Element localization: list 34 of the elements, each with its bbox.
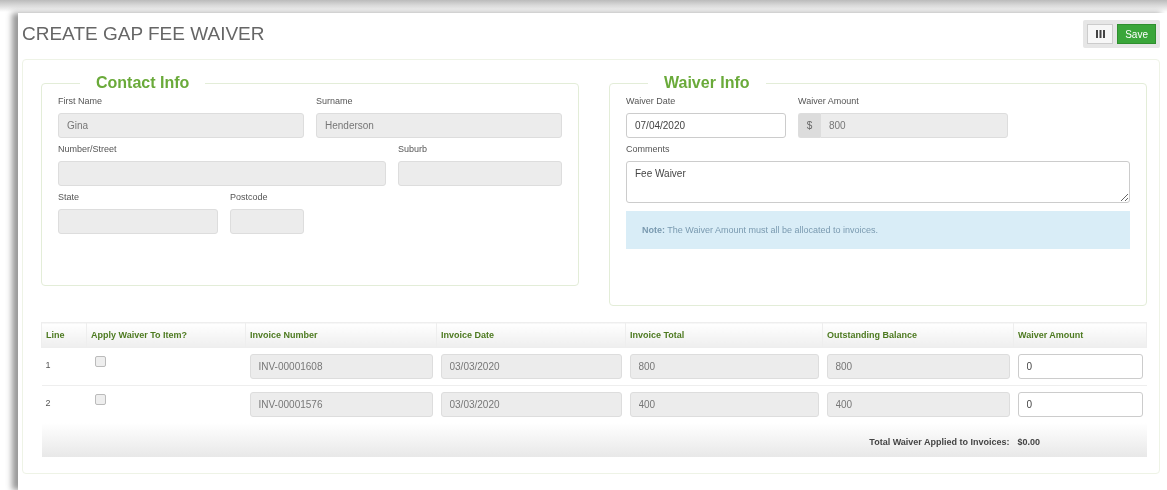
page-title: CREATE GAP FEE WAIVER <box>22 23 265 45</box>
column-header: Line <box>41 322 87 348</box>
column-header: Invoice Date <box>436 322 626 348</box>
field-label: Suburb <box>398 144 429 154</box>
field-label: Surname <box>316 96 354 106</box>
comments-field[interactable]: Fee Waiver <box>626 161 1130 203</box>
section-title: Waiver Info <box>663 74 751 92</box>
field-label: Postcode <box>230 192 269 202</box>
checkbox[interactable] <box>94 394 106 405</box>
save-button[interactable]: Save <box>1117 24 1156 44</box>
total-label: Total Waiver Applied to Invoices: <box>869 437 1010 447</box>
line-number: 2 <box>45 398 51 408</box>
columns-button[interactable] <box>1087 24 1114 44</box>
column-header: Outstanding Balance <box>822 322 1014 348</box>
total-value: $0.00 <box>1017 437 1041 447</box>
input-field[interactable]: 0 <box>1017 354 1143 379</box>
column-header: Apply Waiver To Item? <box>86 322 246 348</box>
field-label: Comments <box>626 144 671 154</box>
field-label: Number/Street <box>58 144 118 154</box>
field-label: State <box>58 192 80 202</box>
section-title: Contact Info <box>95 74 191 92</box>
input-field[interactable]: 0 <box>1017 392 1143 417</box>
column-header: Waiver Amount <box>1013 322 1147 348</box>
line-number: 1 <box>45 360 51 370</box>
checkbox[interactable] <box>94 356 106 367</box>
column-header: Invoice Number <box>245 322 437 348</box>
note-message: Note: The Waiver Amount must all be allocated to invoices. <box>626 211 1130 249</box>
field-label: First Name <box>58 96 103 106</box>
columns-icon <box>1095 30 1105 38</box>
field-label: Waiver Amount <box>798 96 860 106</box>
column-header: Invoice Total <box>625 322 823 348</box>
field-label: Waiver Date <box>626 96 677 106</box>
input-field[interactable]: 07/04/2020 <box>626 113 786 138</box>
currency-prefix: $ <box>798 113 820 138</box>
